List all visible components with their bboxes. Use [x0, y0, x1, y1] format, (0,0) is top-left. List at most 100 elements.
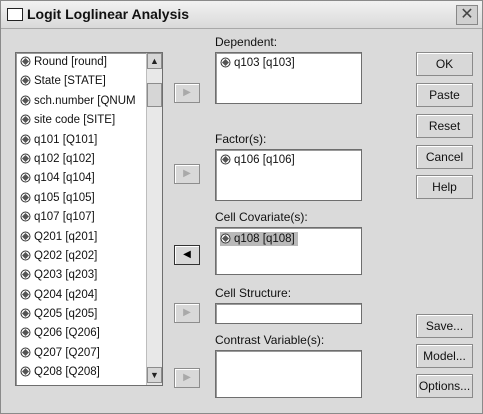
- cell-covariates-value: q108 [q108]: [234, 233, 295, 245]
- contrast-variables-label: Contrast Variable(s):: [215, 333, 325, 347]
- scale-variable-icon: [20, 250, 31, 261]
- scale-variable-icon: [20, 366, 31, 377]
- arrow-right-icon: ▶: [183, 307, 191, 318]
- ok-button[interactable]: OK: [416, 52, 473, 76]
- variable-label: Q203 [q203]: [34, 269, 98, 282]
- variable-label: Q207 [Q207]: [34, 346, 100, 359]
- factors-item[interactable]: q106 [q106]: [220, 154, 295, 166]
- window-title: Logit Loglinear Analysis: [27, 6, 190, 22]
- move-from-cell-covariates-button[interactable]: ◀: [174, 245, 200, 265]
- dialog-window: Logit Loglinear Analysis ✕ Round [round]…: [0, 0, 483, 414]
- factors-field[interactable]: q106 [q106]: [215, 149, 362, 201]
- scale-variable-icon: [20, 172, 31, 183]
- list-item[interactable]: q107 [q107]: [16, 208, 146, 227]
- list-item[interactable]: q105 [q105]: [16, 189, 146, 208]
- scale-variable-icon: [20, 114, 31, 125]
- close-icon: ✕: [460, 6, 474, 23]
- variable-label: q105 [q105]: [34, 191, 95, 204]
- variable-label: q104 [q104]: [34, 172, 95, 185]
- variable-label: Q204 [q204]: [34, 288, 98, 301]
- dependent-field[interactable]: q103 [q103]: [215, 52, 362, 104]
- list-item[interactable]: sch.number [QNUM: [16, 92, 146, 111]
- list-item[interactable]: site code [SITE]: [16, 111, 146, 130]
- scale-variable-icon: [20, 153, 31, 164]
- arrow-right-icon: ▶: [183, 87, 191, 98]
- cell-structure-label: Cell Structure:: [215, 286, 292, 300]
- variable-list[interactable]: Round [round] State [STATE] sch.number [QN…: [15, 52, 163, 386]
- list-item[interactable]: q104 [q104]: [16, 169, 146, 188]
- scale-variable-icon: [20, 95, 31, 106]
- list-item[interactable]: q102 [q102]: [16, 150, 146, 169]
- scale-variable-icon: [20, 75, 31, 86]
- dependent-item[interactable]: q103 [q103]: [220, 57, 295, 69]
- variable-label: Q202 [q202]: [34, 249, 98, 262]
- dependent-label: Dependent:: [215, 35, 278, 49]
- variable-label: sch.number [QNUM: [34, 94, 136, 107]
- scale-variable-icon: [220, 57, 231, 68]
- chevron-up-icon: ▲: [150, 56, 159, 66]
- scroll-up-button[interactable]: ▲: [147, 53, 162, 69]
- scale-variable-icon: [20, 269, 31, 280]
- list-item[interactable]: Q201 [q201]: [16, 228, 146, 247]
- list-item[interactable]: Q206 [Q206]: [16, 324, 146, 343]
- cell-covariates-item[interactable]: q108 [q108]: [220, 232, 298, 246]
- variable-label: q107 [q107]: [34, 211, 95, 224]
- arrow-left-icon: ◀: [183, 249, 191, 260]
- help-button[interactable]: Help: [416, 175, 473, 199]
- scale-variable-icon: [20, 289, 31, 300]
- scale-variable-icon: [20, 231, 31, 242]
- save-button[interactable]: Save...: [416, 314, 473, 338]
- scroll-thumb[interactable]: [147, 83, 162, 107]
- variable-label: Q201 [q201]: [34, 230, 98, 243]
- scale-variable-icon: [220, 154, 231, 165]
- scale-variable-icon: [20, 211, 31, 222]
- list-item[interactable]: Q202 [q202]: [16, 247, 146, 266]
- list-item[interactable]: Q208 [Q208]: [16, 363, 146, 382]
- variable-label: State [STATE]: [34, 75, 106, 88]
- scale-variable-icon: [20, 308, 31, 319]
- scale-variable-icon: [20, 56, 31, 67]
- options-button[interactable]: Options...: [416, 374, 473, 398]
- arrow-right-icon: ▶: [183, 372, 191, 383]
- list-item[interactable]: Q207 [Q207]: [16, 344, 146, 363]
- move-to-factors-button[interactable]: ▶: [174, 164, 200, 184]
- list-item[interactable]: Round [round]: [16, 53, 146, 72]
- variable-label: Round [round]: [34, 56, 107, 68]
- list-item[interactable]: Q205 [q205]: [16, 305, 146, 324]
- variable-label: q101 [Q101]: [34, 133, 98, 146]
- move-to-contrast-button[interactable]: ▶: [174, 368, 200, 388]
- scale-variable-icon: [20, 347, 31, 358]
- variable-label: Q208 [Q208]: [34, 366, 100, 379]
- variable-list-scrollbar[interactable]: ▲ ▼: [146, 53, 162, 385]
- scale-variable-icon: [220, 233, 231, 244]
- title-bar: Logit Loglinear Analysis ✕: [1, 1, 482, 29]
- list-item[interactable]: Q204 [q204]: [16, 286, 146, 305]
- reset-button[interactable]: Reset: [416, 114, 473, 138]
- cell-covariates-label: Cell Covariate(s):: [215, 210, 308, 224]
- cell-covariates-field[interactable]: q108 [q108]: [215, 227, 362, 275]
- close-button[interactable]: ✕: [456, 5, 478, 25]
- paste-button[interactable]: Paste: [416, 83, 473, 107]
- scroll-down-button[interactable]: ▼: [147, 367, 162, 383]
- chevron-down-icon: ▼: [150, 370, 159, 380]
- factors-value: q106 [q106]: [234, 154, 295, 166]
- move-to-dependent-button[interactable]: ▶: [174, 83, 200, 103]
- contrast-variables-field[interactable]: [215, 350, 362, 398]
- scale-variable-icon: [20, 134, 31, 145]
- cancel-button[interactable]: Cancel: [416, 145, 473, 169]
- list-item[interactable]: State [STATE]: [16, 72, 146, 91]
- list-item[interactable]: q101 [Q101]: [16, 131, 146, 150]
- variable-label: site code [SITE]: [34, 114, 116, 127]
- list-item[interactable]: Q203 [q203]: [16, 266, 146, 285]
- dependent-value: q103 [q103]: [234, 57, 295, 69]
- factors-label: Factor(s):: [215, 132, 267, 146]
- variable-label: Q206 [Q206]: [34, 327, 100, 340]
- model-button[interactable]: Model...: [416, 344, 473, 368]
- scale-variable-icon: [20, 192, 31, 203]
- window-icon: [7, 8, 23, 21]
- variable-list-items: Round [round] State [STATE] sch.number [QN…: [16, 53, 146, 383]
- move-to-cell-structure-button[interactable]: ▶: [174, 303, 200, 323]
- variable-label: Q205 [q205]: [34, 308, 98, 321]
- arrow-right-icon: ▶: [183, 168, 191, 179]
- cell-structure-field[interactable]: [215, 303, 362, 324]
